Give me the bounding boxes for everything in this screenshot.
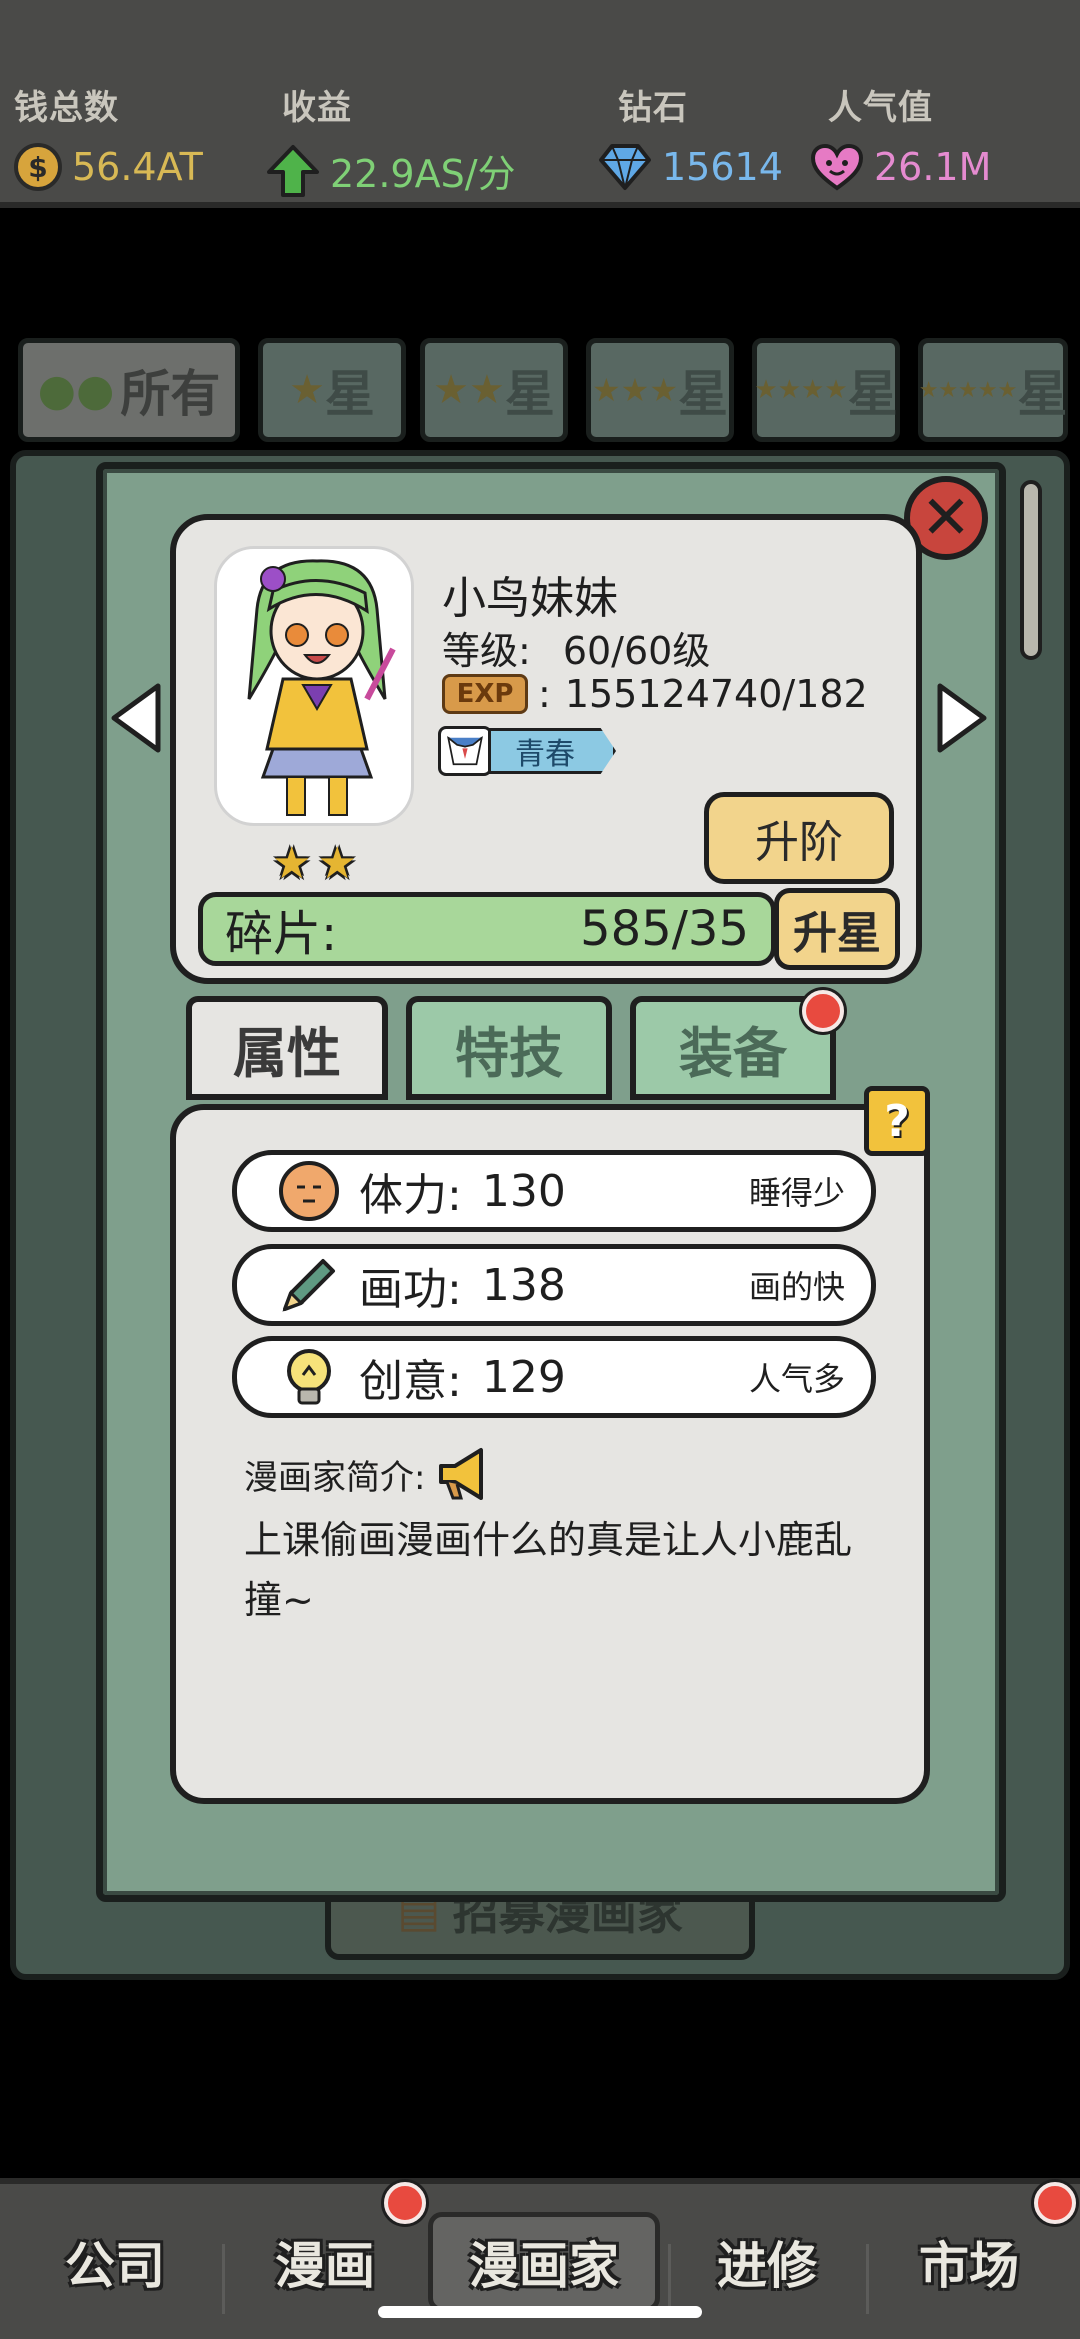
diamond-stat: 钻石 15614 (598, 80, 783, 191)
attribute-value: 129 (481, 1351, 566, 1403)
nav-company[interactable]: 公司 (20, 2212, 210, 2312)
pencil-icon (282, 1259, 335, 1312)
filter-tab-label: 星 (1017, 365, 1068, 423)
popularity-value: 26.1M (874, 145, 992, 189)
filter-tab-4-star[interactable]: ★★★★ 星 (752, 338, 900, 442)
artist-tag: 青春 (438, 726, 616, 776)
attribute-description: 人气多 (748, 1360, 845, 1398)
filter-tab-3-star[interactable]: ★★★ 星 (586, 338, 734, 442)
popularity-label: 人气值 (828, 88, 933, 128)
income-value: 22.9AS/分 (330, 152, 516, 196)
artist-intro-text: 上课偷画漫画什么的真是让人小鹿乱撞~ (244, 1518, 853, 1622)
star-icon: ★★★★★ (918, 377, 1018, 403)
nav-divider (866, 2244, 869, 2314)
advance-button[interactable]: 升阶 (704, 792, 894, 884)
shard-label: 碎片: (225, 906, 338, 962)
nav-market[interactable]: 市场 (874, 2212, 1064, 2312)
attribute-name: 创意: (359, 1356, 462, 1407)
attribute-description: 画的快 (748, 1268, 845, 1306)
money-label: 钱总数 (14, 88, 119, 128)
exp-colon: : (538, 672, 551, 716)
shard-progress-bar: 碎片: 585/35 (198, 892, 776, 966)
diamond-value: 15614 (662, 145, 783, 189)
nav-divider (222, 2244, 225, 2314)
exp-badge: EXP (442, 674, 528, 714)
filter-tab-1-star[interactable]: ★ 星 (258, 338, 406, 442)
income-label: 收益 (282, 88, 352, 128)
filter-tab-label: 星 (678, 365, 729, 423)
next-artist-button[interactable] (932, 680, 992, 756)
filter-tab-label: 星 (847, 365, 898, 423)
nav-artists[interactable]: 漫画家 (428, 2212, 660, 2312)
shard-value: 585/35 (580, 901, 749, 957)
notification-badge (384, 2182, 426, 2224)
popularity-stat: 人气值 26.1M (810, 80, 991, 191)
attribute-name: 体力: (359, 1170, 462, 1221)
attribute-name: 画功: (359, 1264, 462, 1315)
level-label: 等级: (442, 629, 531, 673)
money-stat: 钱总数 $ 56.4AT (14, 80, 203, 191)
attribute-description: 睡得少 (748, 1174, 845, 1212)
intro-label-text: 漫画家简介: (244, 1457, 426, 1498)
exp-value: 155124740/182 (564, 672, 868, 716)
star-icon: ★★★★ (754, 375, 848, 405)
heart-icon (810, 143, 864, 191)
level-value: 60/60级 (562, 629, 711, 673)
nav-training[interactable]: 进修 (672, 2212, 862, 2312)
artist-name: 小鸟妹妹 (442, 573, 618, 624)
diamond-icon (599, 144, 651, 190)
face-icon (279, 1161, 339, 1221)
filter-tab-all[interactable]: ●● 所有 (18, 338, 240, 442)
coin-icon: $ (14, 143, 62, 191)
megaphone-icon[interactable] (433, 1442, 497, 1506)
artist-intro-label: 漫画家简介: (244, 1442, 497, 1506)
lightbulb-icon (287, 1349, 331, 1405)
tag-label: 青春 (488, 728, 616, 774)
scrollbar[interactable] (1020, 480, 1042, 660)
filter-tab-2-star[interactable]: ★★ 星 (420, 338, 568, 442)
artist-portrait (214, 546, 414, 826)
money-value: 56.4AT (72, 145, 203, 189)
resource-bar: 钱总数 $ 56.4AT 收益 22.9AS/分 钻石 15614 人气值 26… (0, 0, 1080, 208)
filter-tab-label: 星 (324, 365, 375, 423)
star-icon: ★ (272, 838, 312, 889)
filter-tab-5-star[interactable]: ★★★★★ 星 (918, 338, 1068, 442)
attribute-value: 130 (481, 1165, 566, 1217)
attribute-value: 138 (481, 1259, 566, 1311)
tab-attributes[interactable]: 属性 (186, 996, 388, 1100)
home-indicator[interactable] (378, 2306, 702, 2318)
notification-badge (802, 990, 844, 1032)
filter-tab-label: 星 (504, 365, 555, 423)
star-icon: ★ (317, 838, 357, 889)
star-icon: ★★★ (591, 371, 679, 409)
attribute-row-stamina: 体力: 130 睡得少 (232, 1150, 876, 1232)
attribute-row-creativity: 创意: 129 人气多 (232, 1336, 876, 1418)
nav-comics[interactable]: 漫画 (230, 2212, 420, 2312)
uniform-icon (438, 726, 492, 776)
artist-star-rating: ★ ★ (272, 838, 357, 889)
up-arrow-icon (267, 144, 319, 197)
level-row: 等级: 60/60级 (442, 620, 710, 675)
attribute-row-drawing: 画功: 138 画的快 (232, 1244, 876, 1326)
diamond-label: 钻石 (618, 88, 688, 128)
previous-artist-button[interactable] (106, 680, 166, 756)
close-icon: ✕ (920, 483, 972, 553)
income-stat: 收益 22.9AS/分 (266, 80, 516, 198)
star-filter-tabs: ●● 所有 ★ 星 ★★ 星 ★★★ 星 ★★★★ 星 ★★★★★ 星 (18, 338, 1068, 448)
star-icon: ★★ (433, 367, 505, 413)
star-up-button[interactable]: 升星 (774, 888, 900, 970)
exp-row: EXP : 155124740/182 (442, 672, 868, 716)
artists-icon: ●● (37, 364, 115, 416)
artist-character-image (247, 559, 396, 816)
notification-badge (1034, 2182, 1076, 2224)
filter-tab-label: 所有 (120, 365, 221, 423)
tab-skills[interactable]: 特技 (406, 996, 612, 1100)
help-button[interactable]: ? (864, 1086, 930, 1156)
nav-divider (668, 2244, 671, 2314)
star-icon: ★ (289, 367, 325, 413)
